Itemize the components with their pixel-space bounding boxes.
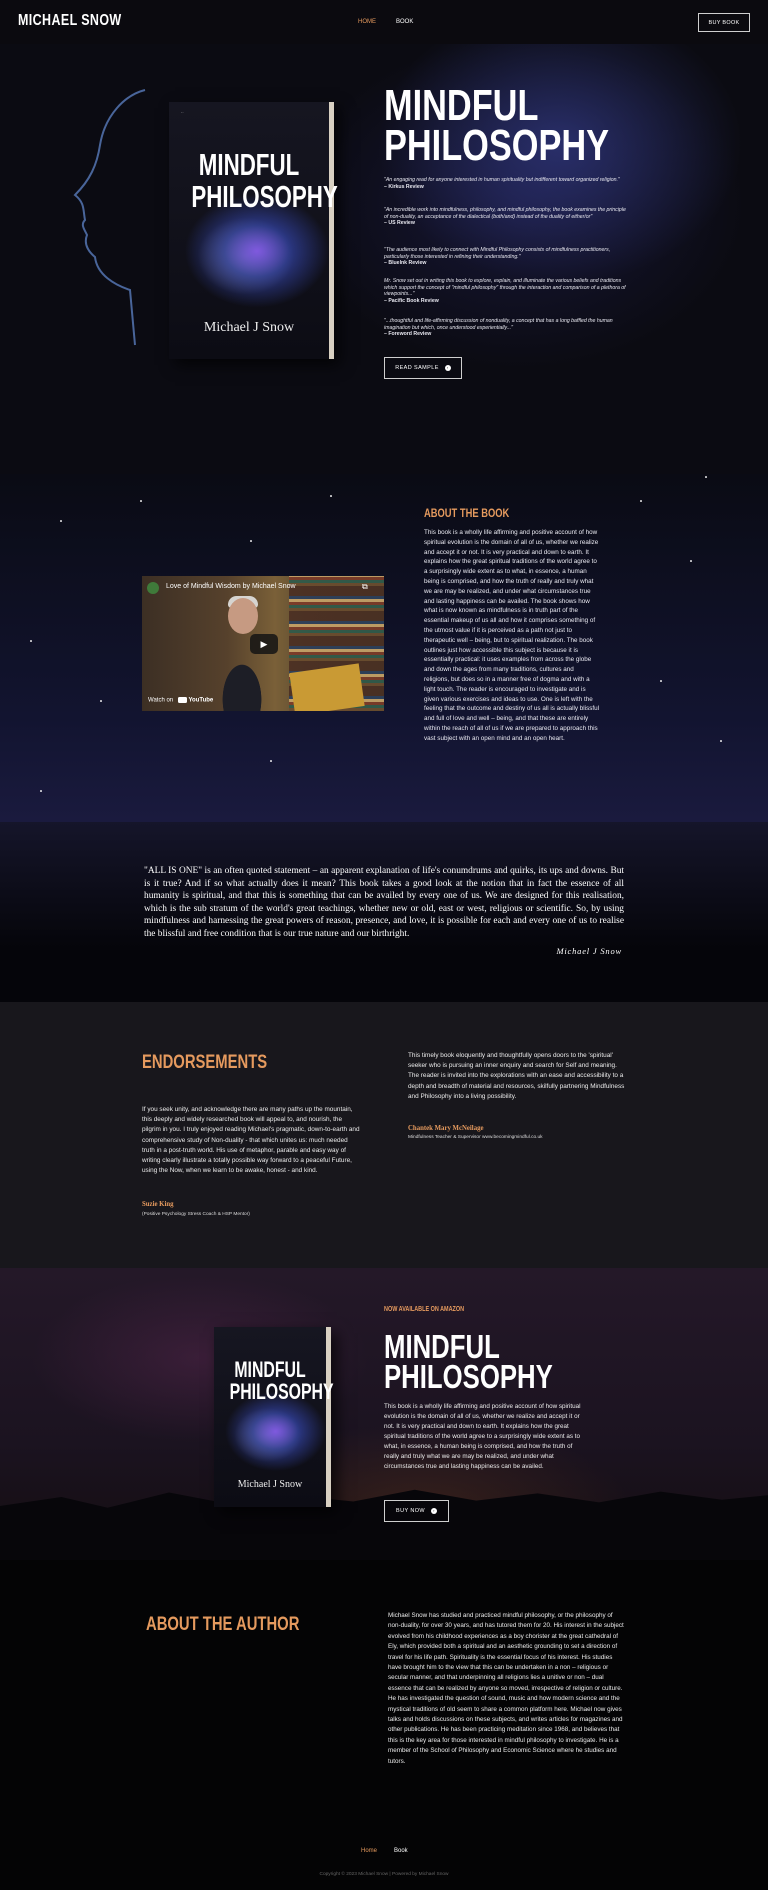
endorsement-text: If you seek unity, and acknowledge there… [142,1106,360,1175]
speaker-head [228,598,258,634]
review-quote: "The audience most likely to connect wit… [384,247,629,267]
review-quote: "An engaging read for anyone interested … [384,177,629,190]
endorser-role: Mindfulness Teacher & Supervisor www.bec… [408,1135,543,1140]
hero-title-line1: MINDFUL [384,81,539,130]
about-author-section [0,1560,768,1850]
site-footer [0,1820,768,1890]
read-sample-button[interactable]: READ SAMPLE › [384,357,462,379]
about-author-heading: ABOUT THE AUTHOR [146,1614,300,1635]
about-book-section [0,474,768,822]
buy-now-button[interactable]: BUY NOW › [384,1500,449,1522]
endorsements-heading: ENDORSEMENTS [142,1052,268,1073]
all-is-one-quote: "ALL IS ONE" is an often quoted statemen… [144,866,624,939]
review-text: "...thoughtful and life-affirming discus… [384,318,613,331]
site-logo[interactable]: MICHAEL SNOW [18,12,122,30]
hero-title-line2: PHILOSOPHY [384,121,610,170]
review-source: – Pacific Book Review [384,297,439,304]
available-title-line2: PHILOSOPHY [384,1358,553,1395]
read-sample-label: READ SAMPLE [395,365,439,371]
head-outline-graphic [73,89,146,346]
book-cover-small: MINDFUL PHILOSOPHY Michael J Snow [214,1327,334,1507]
hero-title: MINDFUL PHILOSOPHY [384,81,610,170]
nav-book[interactable]: BOOK [396,19,413,25]
video-title[interactable]: Love of Mindful Wisdom by Michael Snow [166,583,296,590]
book-cover-title2: PHILOSOPHY [229,1379,334,1404]
book-cover-title1: MINDFUL [234,1357,306,1382]
copyright-text: Copyright © 2023 Michael Snow | Powered … [319,1872,449,1877]
review-source: – Foreword Review [384,331,432,338]
endorser-name: Chantek Mary McNeilage [408,1125,484,1132]
copy-link-icon[interactable]: ⧉ [362,582,368,592]
review-text: "The audience most likely to connect wit… [384,247,611,260]
review-quote: "...thoughtful and life-affirming discus… [384,318,629,338]
book-cover-author: Michael J Snow [203,320,295,335]
youtube-label: YouTube [188,697,214,704]
arrow-circle-icon: › [430,1508,437,1514]
review-quote: "An incredible work into mindfulness, ph… [384,207,629,227]
about-book-text: This book is a wholly life affirming and… [424,529,600,742]
play-button-icon[interactable]: ▶ [250,634,278,654]
review-text: "An engaging read for anyone interested … [384,177,620,183]
endorsements-section [0,1002,768,1268]
footer-nav-home[interactable]: Home [361,1848,377,1854]
endorser-role: (Positive Psychology Stress Coach & HSP … [142,1212,250,1217]
review-source: – US Review [384,220,415,227]
yellow-cloth [289,663,365,711]
about-book-heading: ABOUT THE BOOK [424,506,510,520]
quote-signature: Michael J Snow [556,946,622,956]
arrow-circle-icon: › [444,365,451,371]
buy-now-label: BUY NOW [396,1508,425,1514]
review-text: "An incredible work into mindfulness, ph… [384,207,626,220]
about-author-text: Michael Snow has studied and practiced m… [388,1612,624,1765]
channel-avatar[interactable] [147,582,159,594]
review-source: – Bluelnk Review [384,260,427,267]
footer-nav-book[interactable]: Book [394,1848,408,1854]
watch-on-youtube[interactable]: Watch on YouTube [148,697,213,704]
book-cover-hero: " " MINDFUL PHILOSOPHY Michael J Snow [169,102,338,359]
available-text: This book is a wholly life affirming and… [384,1403,581,1470]
youtube-icon [177,697,187,703]
buy-book-button[interactable]: BUY BOOK [698,13,750,32]
endorsement-text: This timely book eloquently and thoughtf… [408,1052,625,1100]
review-source: – Kirkus Review [384,183,424,190]
book-cover-title1: MINDFUL [198,147,300,182]
endorser-name: Suzie King [142,1201,174,1208]
review-quote: Mr. Snow set out in writing this book to… [384,278,629,304]
available-label: NOW AVAILABLE ON AMAZON [384,1306,465,1313]
book-cover-title2: PHILOSOPHY [191,179,338,214]
review-text: Mr. Snow set out in writing this book to… [384,278,626,298]
book-cover-author: Michael J Snow [237,1479,303,1490]
nav-home[interactable]: HOME [358,19,376,25]
video-embed[interactable]: Love of Mindful Wisdom by Michael Snow ⧉… [142,576,384,711]
watch-on-label: Watch on [148,697,174,704]
available-title: MINDFUL PHILOSOPHY [384,1330,553,1395]
